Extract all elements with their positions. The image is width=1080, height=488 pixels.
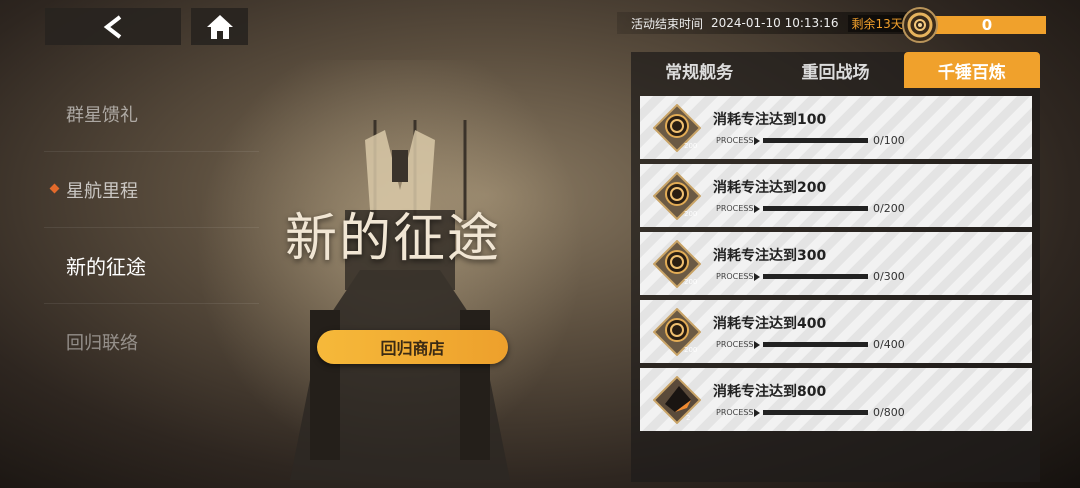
sidebar-item-new-journey[interactable]: 新的征途: [44, 228, 259, 304]
list-item: 200 消耗专注达到200 PROCESS 0/200: [640, 164, 1032, 227]
event-end-time: 活动结束时间 2024-01-10 10:13:16 剩余13天: [617, 12, 907, 34]
progress-count: 0/300: [873, 270, 905, 283]
remaining-days-badge: 剩余13天: [848, 14, 906, 32]
tab-thousand-hammers[interactable]: 千锤百炼: [903, 52, 1040, 88]
progress-count: 0/800: [873, 406, 905, 419]
process-label: PROCESS: [716, 272, 754, 281]
list-item: 200 消耗专注达到300 PROCESS 0/300: [640, 232, 1032, 295]
tab-return-battle[interactable]: 重回战场: [767, 52, 903, 88]
play-arrow-icon: [754, 341, 760, 349]
sidebar-item-mileage[interactable]: 星航里程: [44, 152, 259, 228]
back-button[interactable]: [45, 8, 181, 45]
spiral-token-icon[interactable]: 200: [653, 308, 701, 356]
chevron-left-icon: [103, 14, 122, 39]
process-label: PROCESS: [716, 204, 754, 213]
sidebar-item-return-contact[interactable]: 回归联络: [44, 304, 259, 379]
progress-bar: [763, 206, 868, 211]
list-item: 200 消耗专注达到400 PROCESS 0/400: [640, 300, 1032, 363]
home-button[interactable]: [191, 8, 248, 45]
progress-bar: [763, 410, 868, 415]
progress-bar: [763, 138, 868, 143]
task-title: 消耗专注达到100: [713, 112, 827, 128]
tab-regular-duty[interactable]: 常规舰务: [631, 52, 767, 88]
task-title: 消耗专注达到300: [713, 248, 827, 264]
task-title: 消耗专注达到400: [713, 316, 827, 332]
notification-marker: [49, 183, 60, 194]
process-label: PROCESS: [716, 136, 754, 145]
spiral-token-icon[interactable]: 200: [653, 172, 701, 220]
currency-amount: 0: [928, 16, 1046, 34]
progress-bar: [763, 274, 868, 279]
process-label: PROCESS: [716, 408, 754, 417]
sidebar-item-label: 新的征途: [66, 255, 146, 279]
progress-bar: [763, 342, 868, 347]
tower-artwork: [290, 120, 510, 480]
tab-bar: 常规舰务 重回战场 千锤百炼: [631, 52, 1040, 88]
task-list: 200 消耗专注达到100 PROCESS 0/100 200 消耗专注达到20…: [640, 96, 1032, 436]
progress-count: 0/100: [873, 134, 905, 147]
task-title: 消耗专注达到200: [713, 180, 827, 196]
sidebar-item-label: 星航里程: [66, 180, 138, 202]
spiral-token-icon[interactable]: 200: [653, 240, 701, 288]
sidebar-item-label: 群星馈礼: [66, 104, 138, 126]
reward-count: 200: [684, 210, 697, 218]
page-title: 新的征途: [285, 209, 502, 269]
sidebar-item-label: 回归联络: [66, 332, 138, 354]
play-arrow-icon: [754, 137, 760, 145]
event-end-value: 2024-01-10 10:13:16: [711, 16, 839, 30]
task-panel: 常规舰务 重回战场 千锤百炼 200 消耗专注达到100 PROCESS 0/1…: [631, 52, 1040, 482]
play-arrow-icon: [754, 273, 760, 281]
sidebar-item-gifts[interactable]: 群星馈礼: [44, 76, 259, 152]
spiral-token-icon[interactable]: [901, 6, 939, 44]
prism-item-icon[interactable]: 2: [653, 376, 701, 424]
list-item: 200 消耗专注达到100 PROCESS 0/100: [640, 96, 1032, 159]
play-arrow-icon: [754, 205, 760, 213]
side-nav: 群星馈礼 星航里程 新的征途 回归联络: [44, 76, 259, 379]
event-end-label: 活动结束时间: [631, 16, 704, 31]
spiral-token-icon[interactable]: 200: [653, 104, 701, 152]
reward-count: 200: [684, 346, 697, 354]
progress-count: 0/400: [873, 338, 905, 351]
home-icon: [206, 14, 233, 39]
reward-count: 200: [684, 142, 697, 150]
reward-count: 200: [684, 278, 697, 286]
task-title: 消耗专注达到800: [713, 384, 827, 400]
play-arrow-icon: [754, 409, 760, 417]
reward-count: 2: [686, 414, 690, 422]
return-shop-button[interactable]: 回归商店: [317, 330, 508, 364]
process-label: PROCESS: [716, 340, 754, 349]
list-item: 2 消耗专注达到800 PROCESS 0/800: [640, 368, 1032, 431]
progress-count: 0/200: [873, 202, 905, 215]
